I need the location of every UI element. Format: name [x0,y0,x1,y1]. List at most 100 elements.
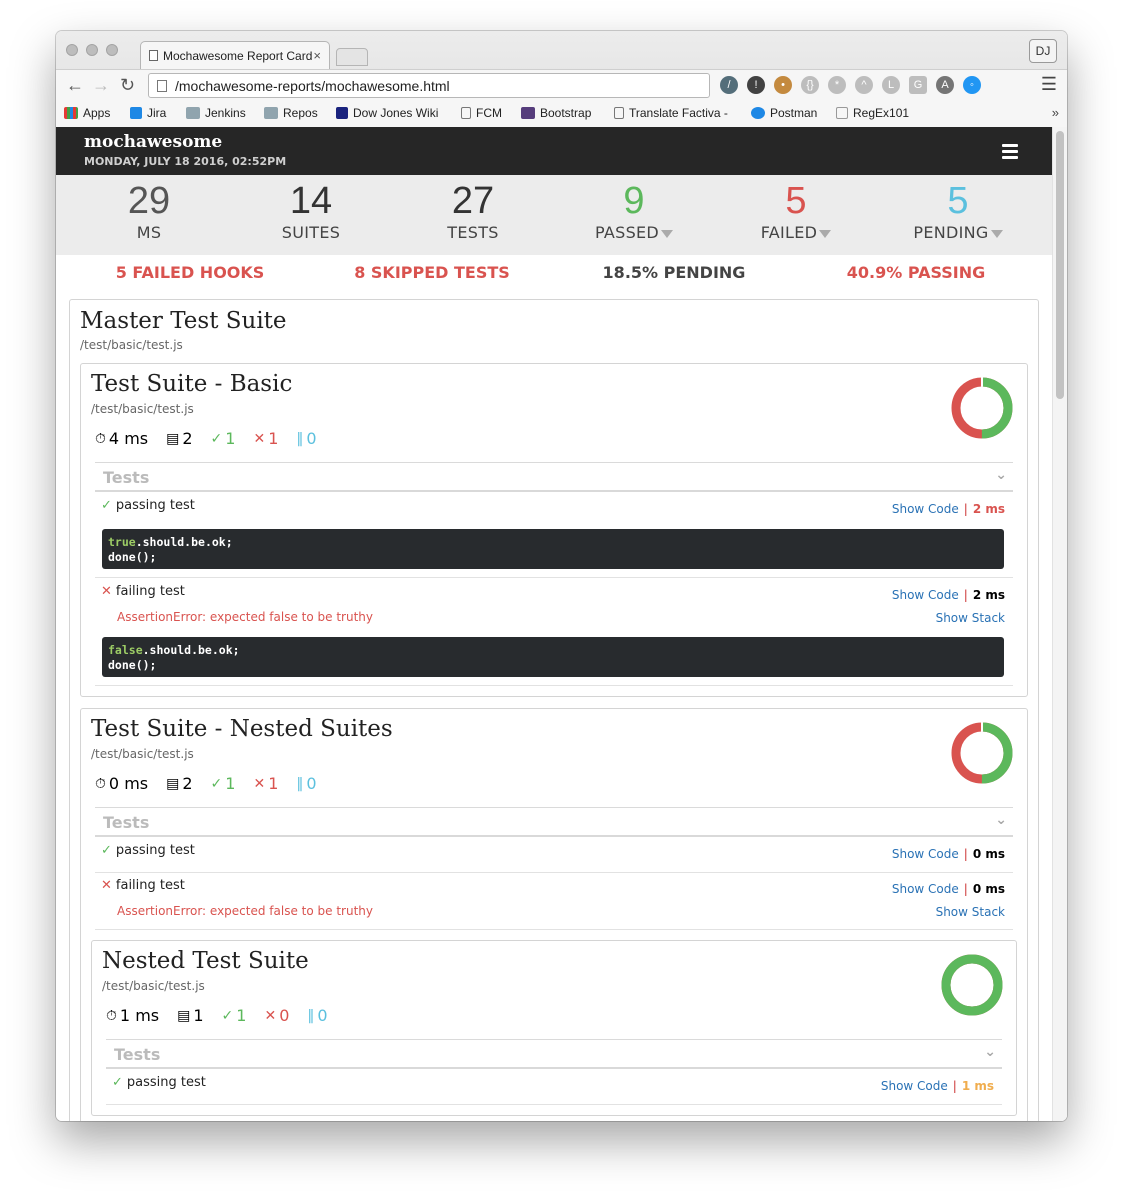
bookmark-label: Postman [770,106,818,120]
forward-arrow-icon[interactable]: → [92,75,110,96]
scrollbar[interactable] [1052,127,1067,1121]
profile-button[interactable]: DJ [1029,39,1057,63]
suite-duration: ⏱ 4 ms [95,429,149,448]
window-controls [66,44,118,56]
bookmark-apps[interactable]: Apps [64,106,110,120]
check-icon: ✓ [101,498,112,513]
code-block: true.should.be.ok; done(); [102,529,1004,569]
pause-icon: ‖ [296,775,304,792]
show-stack-link[interactable]: Show Stack [936,611,1005,625]
minimize-window-button[interactable] [86,44,98,56]
bookmark-fcm[interactable]: FCM [461,106,502,120]
chevron-down-icon[interactable]: ⌄ [984,1044,996,1060]
info-icon[interactable]: ! [747,76,765,94]
chevron-down-icon[interactable]: ⌄ [995,467,1007,483]
tests-header[interactable]: Tests ⌄ [106,1039,1002,1069]
stat-suites: 14 SUITES [231,179,391,242]
filter-icon[interactable] [661,230,674,238]
bookmark-regex101[interactable]: RegEx101 [836,106,909,120]
bookmark-translate-factiva[interactable]: Translate Factiva - [614,106,728,120]
angular-icon[interactable]: A [936,76,954,94]
document-icon [614,107,624,119]
suite-failed-count: ✕ 1 [253,429,279,448]
test-row: ✓ passing test Show Code | 2 ms true.should… [95,492,1013,578]
browser-tab[interactable]: Mochawesome Report Card × [140,41,330,69]
summary-row: 5 FAILED HOOKS 8 SKIPPED TESTS 18.5% PEN… [56,263,1052,287]
test-actions: Show Code | 2 ms [892,588,1005,602]
show-code-link[interactable]: Show Code [892,847,959,861]
json-icon[interactable]: {} [801,76,819,94]
check-icon: ✓ [210,775,223,792]
filter-icon[interactable] [990,230,1003,238]
bookmark-label: Jira [147,106,167,120]
x-icon: ✕ [101,878,112,893]
suite-pending-count: ‖ 0 [296,774,317,793]
scrollbar-thumb[interactable] [1056,131,1064,399]
tests-header[interactable]: Tests ⌄ [95,807,1013,837]
bookmark-label: Dow Jones Wiki [353,106,439,120]
stat-label: PASSED [554,223,714,242]
close-window-button[interactable] [66,44,78,56]
stat-failed[interactable]: 5 FAILED [716,179,876,242]
bookmark-label: FCM [476,106,502,120]
cookie-icon[interactable]: • [774,76,792,94]
suite-duration: ⏱ 0 ms [95,774,149,793]
address-bar[interactable]: /mochawesome-reports/mochawesome.html [148,73,710,98]
suite-donut-chart [951,722,1013,784]
wiki-icon [336,107,348,119]
test-duration: 0 ms [972,847,1005,861]
react-icon[interactable]: * [828,76,846,94]
bookmark-jenkins[interactable]: Jenkins [186,106,246,120]
error-message: AssertionError: expected false to be tru… [117,610,373,624]
filter-icon[interactable] [819,230,832,238]
menu-icon[interactable] [1002,144,1018,162]
bookmark-bootstrap[interactable]: Bootstrap [521,106,591,120]
globe-icon [751,107,765,119]
zoom-window-button[interactable] [106,44,118,56]
bookmark-dow-jones-wiki[interactable]: Dow Jones Wiki [336,106,438,120]
bookmark-postman[interactable]: Postman [751,106,817,120]
back-arrow-icon[interactable]: ← [66,75,84,96]
report-date: MONDAY, JULY 18 2016, 02:52PM [84,155,287,168]
bookmark-repos[interactable]: Repos [264,106,318,120]
stat-passed[interactable]: 9 PASSED [554,179,714,242]
new-tab-button[interactable] [336,48,368,66]
tab-close-icon[interactable]: × [313,48,321,63]
show-code-link[interactable]: Show Code [892,588,959,602]
donut-pass-arc [941,954,1003,1016]
stat-label: MS [136,223,162,242]
bookmark-jira[interactable]: Jira [130,106,166,120]
suite-donut-chart [941,954,1003,1016]
pause-icon: ‖ [296,430,304,447]
reload-icon[interactable]: ↻ [120,75,135,96]
test-row: ✓ passing test Show Code | 1 ms [106,1069,1002,1105]
show-code-link[interactable]: Show Code [881,1079,948,1093]
show-code-link[interactable]: Show Code [892,502,959,516]
show-stack-link[interactable]: Show Stack [936,905,1005,919]
suite-nested-test-suite: Nested Test Suite /test/basic/test.js ⏱ 1… [91,940,1017,1116]
browser-menu-icon[interactable]: ☰ [1041,74,1057,95]
suite-test-count: ▤ 2 [166,774,193,793]
tests-header[interactable]: Tests ⌄ [95,462,1013,492]
suite-passed-count: ✓ 1 [210,774,236,793]
browser-toolbar: ← → ↻ /mochawesome-reports/mochawesome.h… [56,69,1067,101]
bookmarks-overflow-icon[interactable]: » [1052,105,1059,120]
suite-pending-count: ‖ 0 [307,1006,328,1025]
separator: | [963,588,968,602]
lock-icon[interactable]: ◦ [963,76,981,94]
stat-pending[interactable]: 5 PENDING [878,179,1038,242]
extension-icon[interactable]: L [882,76,900,94]
show-code-link[interactable]: Show Code [892,882,959,896]
eyedropper-icon[interactable]: / [720,76,738,94]
suite-test-count: ▤ 1 [177,1006,204,1025]
stat-value: 5 [947,180,969,222]
suite-file: /test/basic/test.js [102,979,205,993]
drive-icon[interactable]: ^ [855,76,873,94]
test-name: ✕ failing test [101,584,185,599]
chevron-down-icon[interactable]: ⌄ [995,812,1007,828]
suite-basic: Test Suite - Basic /test/basic/test.js ⏱… [80,363,1028,697]
grammar-icon[interactable]: G [909,76,927,94]
code-block: false.should.be.ok; done(); [102,637,1004,677]
bookmark-label: Translate Factiva - [629,106,728,120]
suite-file: /test/basic/test.js [91,402,194,416]
